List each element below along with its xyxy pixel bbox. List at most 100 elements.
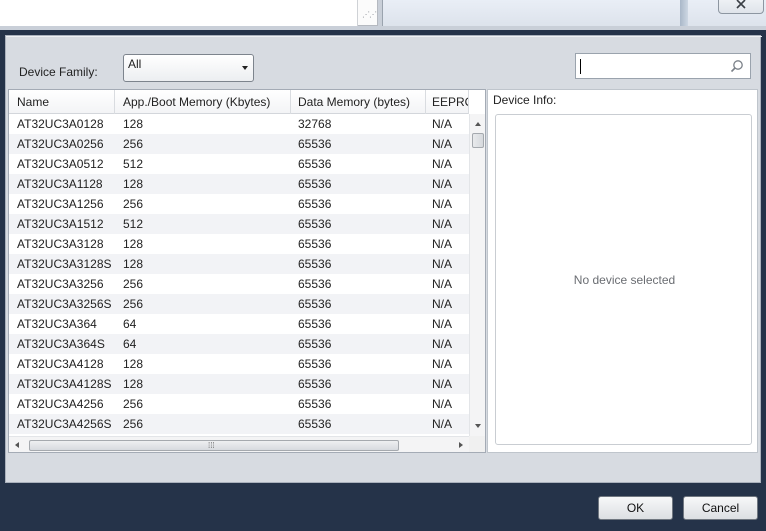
- dialog-content: Device Family: All Name App./Boot Memory…: [5, 35, 762, 483]
- cell-eeprom: N/A: [432, 137, 453, 151]
- cell-name: AT32UC3A0128: [17, 117, 104, 131]
- cell-data-memory: 65536: [298, 277, 332, 291]
- table-row[interactable]: AT32UC3A4128 128 65536 N/A: [9, 354, 469, 374]
- table-row[interactable]: AT32UC3A3128S 128 65536 N/A: [9, 254, 469, 274]
- cell-data-memory: 65536: [298, 357, 332, 371]
- cell-app-boot-memory: 256: [123, 417, 144, 431]
- device-family-label: Device Family:: [19, 65, 98, 79]
- horizontal-scroll-thumb[interactable]: ⁞⁞⁞: [29, 440, 399, 451]
- cell-eeprom: N/A: [432, 377, 453, 391]
- table-row[interactable]: AT32UC3A1512 512 65536 N/A: [9, 214, 469, 234]
- cell-name: AT32UC3A0512: [17, 157, 104, 171]
- cell-name: AT32UC3A364S: [17, 337, 105, 351]
- cell-eeprom: N/A: [432, 177, 453, 191]
- cell-name: AT32UC3A3256: [17, 277, 104, 291]
- cell-data-memory: 65536: [298, 377, 332, 391]
- cell-data-memory: 65536: [298, 217, 332, 231]
- cell-name: AT32UC3A364: [17, 317, 97, 331]
- cell-data-memory: 65536: [298, 257, 332, 271]
- resize-grip-icon: ⋰⋰: [362, 10, 377, 19]
- device-info-label: Device Info:: [493, 93, 557, 107]
- cell-app-boot-memory: 128: [123, 237, 144, 251]
- cell-data-memory: 65536: [298, 317, 332, 331]
- chevron-down-icon: [242, 66, 248, 70]
- cell-name: AT32UC3A0256: [17, 137, 104, 151]
- vertical-scroll-thumb[interactable]: [472, 133, 484, 148]
- scrollbar-corner: [469, 436, 485, 452]
- column-header-app-boot-memory[interactable]: App./Boot Memory (Kbytes): [117, 90, 291, 114]
- table-row[interactable]: AT32UC3A0512 512 65536 N/A: [9, 154, 469, 174]
- cell-data-memory: 32768: [298, 117, 332, 131]
- column-header-name[interactable]: Name: [11, 90, 115, 114]
- table-row[interactable]: AT32UC3A3256S 256 65536 N/A: [9, 294, 469, 314]
- cell-eeprom: N/A: [432, 157, 453, 171]
- table-row[interactable]: AT32UC3A1256 256 65536 N/A: [9, 194, 469, 214]
- cell-app-boot-memory: 512: [123, 217, 144, 231]
- table-row[interactable]: AT32UC3A0256 256 65536 N/A: [9, 134, 469, 154]
- cell-eeprom: N/A: [432, 317, 453, 331]
- device-info-box: No device selected: [495, 114, 752, 445]
- cell-data-memory: 65536: [298, 237, 332, 251]
- device-selection-dialog: Device Family: All Name App./Boot Memory…: [0, 30, 766, 531]
- cell-name: AT32UC3A4256S: [17, 417, 112, 431]
- scroll-right-icon[interactable]: [459, 442, 463, 448]
- cell-eeprom: N/A: [432, 277, 453, 291]
- table-body: AT32UC3A0128 128 32768 N/A AT32UC3A0256 256 65…: [9, 114, 469, 434]
- cell-name: AT32UC3A3128: [17, 237, 104, 251]
- device-family-value: All: [128, 57, 142, 71]
- cell-app-boot-memory: 128: [123, 357, 144, 371]
- device-family-select[interactable]: All: [123, 54, 254, 82]
- table-row[interactable]: AT32UC3A0128 128 32768 N/A: [9, 114, 469, 134]
- cell-eeprom: N/A: [432, 357, 453, 371]
- background-close-button[interactable]: [718, 0, 764, 14]
- vertical-scrollbar[interactable]: [469, 114, 485, 436]
- cell-data-memory: 65536: [298, 417, 332, 431]
- cell-app-boot-memory: 128: [123, 177, 144, 191]
- cell-name: AT32UC3A1512: [17, 217, 104, 231]
- cell-eeprom: N/A: [432, 337, 453, 351]
- table-row[interactable]: AT32UC3A3256 256 65536 N/A: [9, 274, 469, 294]
- cancel-button[interactable]: Cancel: [683, 496, 758, 520]
- cell-name: AT32UC3A3256S: [17, 297, 112, 311]
- cell-eeprom: N/A: [432, 117, 453, 131]
- cell-name: AT32UC3A3128S: [17, 257, 112, 271]
- search-input[interactable]: [575, 53, 751, 79]
- background-panel: [0, 0, 358, 26]
- scroll-left-icon[interactable]: [15, 442, 19, 448]
- column-header-eeprom[interactable]: EEPROM: [426, 90, 469, 114]
- ok-button[interactable]: OK: [598, 496, 673, 520]
- search-icon[interactable]: [730, 59, 744, 73]
- table-row[interactable]: AT32UC3A4128S 128 65536 N/A: [9, 374, 469, 394]
- scroll-down-icon[interactable]: [475, 424, 481, 428]
- table-row[interactable]: AT32UC3A364 64 65536 N/A: [9, 314, 469, 334]
- cell-eeprom: N/A: [432, 217, 453, 231]
- cell-name: AT32UC3A4128: [17, 357, 104, 371]
- cell-app-boot-memory: 256: [123, 397, 144, 411]
- horizontal-scrollbar[interactable]: ⁞⁞⁞: [9, 436, 469, 452]
- device-table: Name App./Boot Memory (Kbytes) Data Memo…: [8, 89, 486, 453]
- table-row[interactable]: AT32UC3A3128 128 65536 N/A: [9, 234, 469, 254]
- cell-app-boot-memory: 256: [123, 137, 144, 151]
- cell-data-memory: 65536: [298, 157, 332, 171]
- cell-app-boot-memory: 64: [123, 317, 137, 331]
- table-row[interactable]: AT32UC3A364S 64 65536 N/A: [9, 334, 469, 354]
- cell-app-boot-memory: 128: [123, 377, 144, 391]
- cell-eeprom: N/A: [432, 397, 453, 411]
- cell-data-memory: 65536: [298, 197, 332, 211]
- cell-eeprom: N/A: [432, 197, 453, 211]
- cell-app-boot-memory: 64: [123, 337, 137, 351]
- device-info-panel: Device Info: No device selected: [487, 89, 758, 453]
- cell-app-boot-memory: 256: [123, 277, 144, 291]
- cell-name: AT32UC3A4256: [17, 397, 104, 411]
- column-header-data-memory[interactable]: Data Memory (bytes): [292, 90, 426, 114]
- table-row[interactable]: AT32UC3A4256S 256 65536 N/A: [9, 414, 469, 434]
- scroll-up-icon[interactable]: [475, 122, 481, 126]
- table-row[interactable]: AT32UC3A1128 128 65536 N/A: [9, 174, 469, 194]
- close-icon: [736, 0, 746, 9]
- cell-data-memory: 65536: [298, 337, 332, 351]
- grip-icon: ⁞⁞⁞: [208, 441, 215, 450]
- table-row[interactable]: AT32UC3A4256 256 65536 N/A: [9, 394, 469, 414]
- cell-app-boot-memory: 256: [123, 297, 144, 311]
- background-window-right: [382, 0, 766, 26]
- cell-eeprom: N/A: [432, 417, 453, 431]
